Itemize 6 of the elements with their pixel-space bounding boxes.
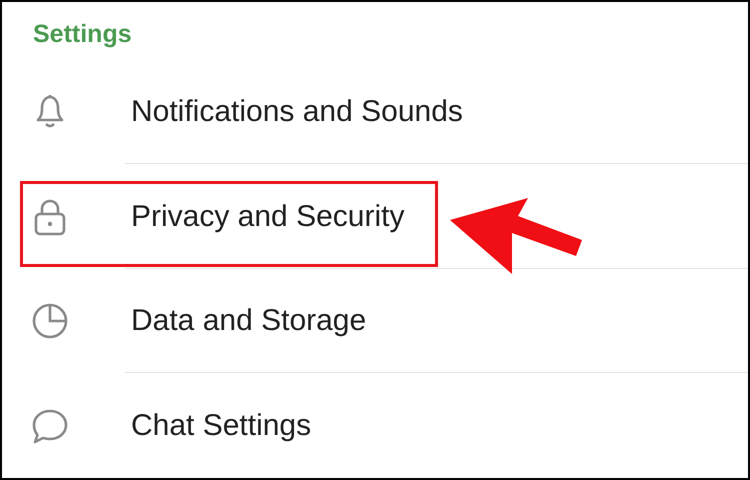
settings-item[interactable]: Data and Storage (2, 268, 748, 374)
settings-item[interactable]: Chat Settings (2, 373, 748, 478)
section-title: Settings (33, 20, 132, 48)
settings-item[interactable]: Notifications and Sounds (2, 60, 748, 164)
settings-item[interactable]: Privacy and Security (2, 164, 748, 269)
pie-chart-icon (30, 301, 70, 342)
